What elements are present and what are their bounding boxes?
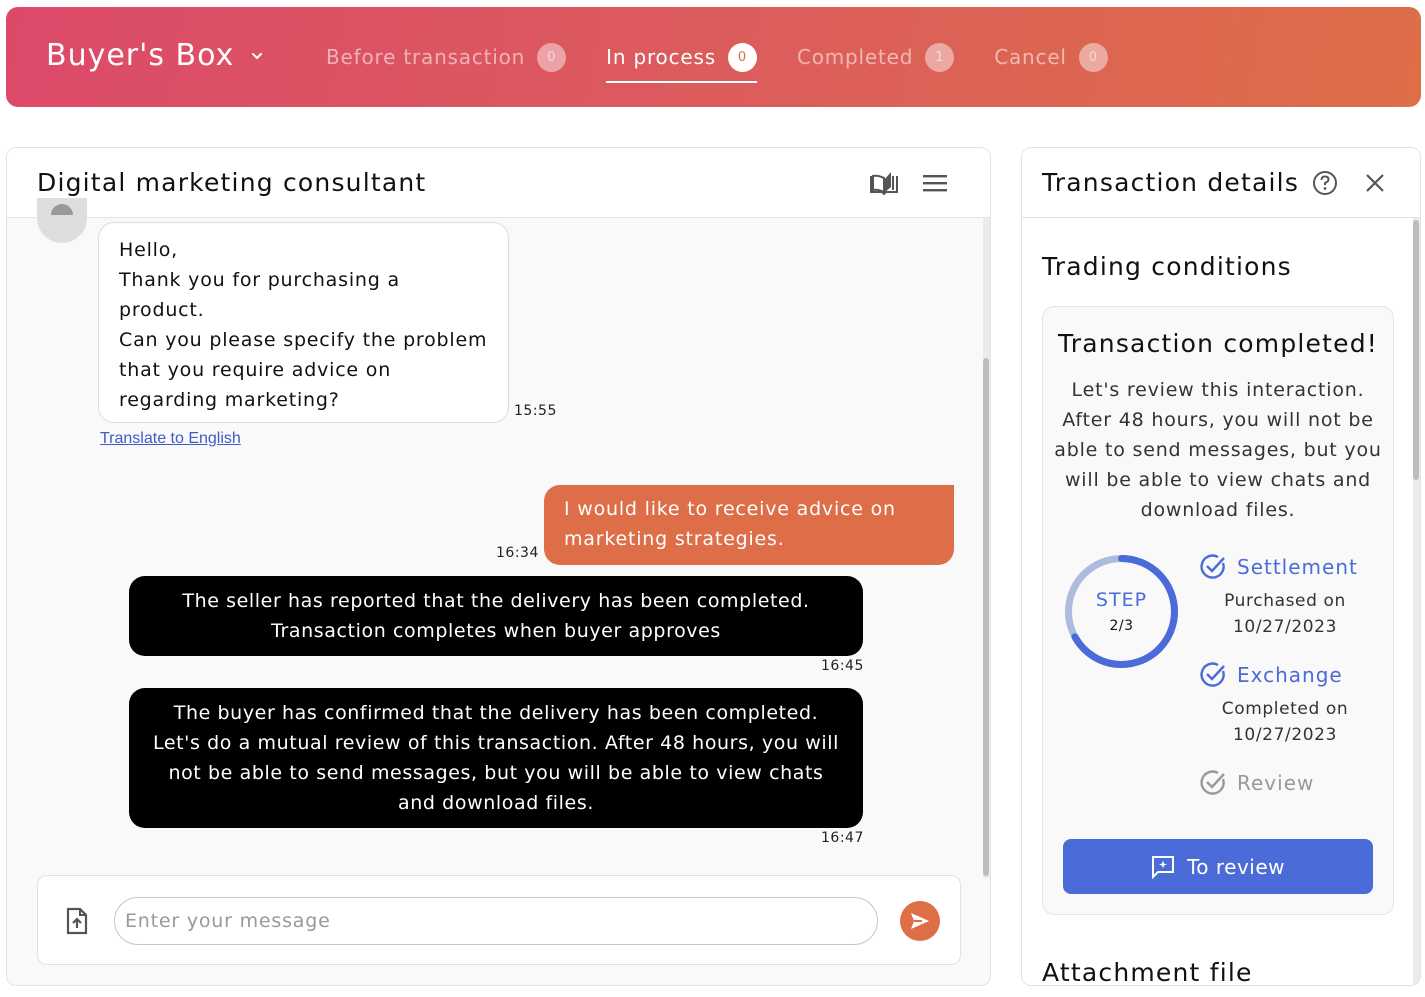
menu-icon[interactable] <box>922 172 948 194</box>
button-label: To review <box>1186 854 1286 879</box>
system-message: The buyer has confirmed that the deliver… <box>129 688 863 828</box>
step-exchange: Exchange <box>1199 661 1343 689</box>
count-badge: 1 <box>925 42 955 72</box>
trading-conditions-title: Trading conditions <box>1042 252 1292 281</box>
file-upload-icon[interactable] <box>66 907 88 935</box>
chevron-down-icon <box>252 52 263 59</box>
top-navigation-bar: Buyer's Box Before transaction 0 In proc… <box>6 7 1421 107</box>
step-settlement: Settlement <box>1199 553 1358 581</box>
card-description: Let's review this interaction. After 48 … <box>1054 379 1382 521</box>
message-time: 16:45 <box>821 658 864 674</box>
message-list: Hello, Thank you for purchasing a produc… <box>7 198 990 985</box>
brand-dropdown[interactable]: Buyer's Box <box>46 38 264 73</box>
send-icon <box>911 913 929 929</box>
close-icon[interactable] <box>1364 172 1386 194</box>
step-label: STEP <box>1095 589 1148 611</box>
outgoing-message: I would like to receive advice on market… <box>544 485 954 565</box>
tab-before-transaction[interactable]: Before transaction 0 <box>326 41 567 73</box>
attachment-file-title: Attachment file <box>1042 958 1253 986</box>
step-label: Review <box>1237 771 1315 795</box>
review-comment-icon <box>1151 855 1174 879</box>
tab-completed[interactable]: Completed 1 <box>796 41 955 73</box>
message-time: 15:55 <box>514 403 557 419</box>
details-title: Transaction details <box>1042 168 1300 197</box>
check-circle-icon <box>1200 662 1225 687</box>
details-scrollbar[interactable] <box>1413 218 1420 985</box>
scrollbar-thumb[interactable] <box>1413 220 1419 480</box>
step-label: Settlement <box>1237 555 1358 579</box>
tab-cancel[interactable]: Cancel 0 <box>994 41 1108 73</box>
chat-panel: Digital marketing consultant Hello, Than… <box>6 147 991 986</box>
translate-link[interactable]: Translate to English <box>100 430 241 448</box>
tab-label: Before transaction <box>326 45 526 69</box>
person-icon <box>51 204 73 215</box>
tab-label: Completed <box>796 45 914 69</box>
incoming-message: Hello, Thank you for purchasing a produc… <box>98 222 509 423</box>
step-subtitle: Completed on <box>1221 699 1349 719</box>
message-input[interactable] <box>114 897 878 945</box>
check-circle-icon <box>1200 554 1225 579</box>
chat-title: Digital marketing consultant <box>37 168 427 197</box>
step-progress-ring <box>1065 555 1178 668</box>
system-message: The seller has reported that the deliver… <box>129 576 863 656</box>
message-time: 16:34 <box>496 545 539 561</box>
book-icon[interactable] <box>869 170 899 196</box>
send-button[interactable] <box>900 901 940 941</box>
chat-scrollbar[interactable] <box>983 218 990 878</box>
count-badge: 0 <box>727 42 757 72</box>
count-badge: 0 <box>1078 42 1108 72</box>
card-title: Transaction completed! <box>1057 329 1379 358</box>
scrollbar-thumb[interactable] <box>983 358 989 876</box>
tab-label: In process <box>606 45 716 69</box>
check-circle-icon <box>1200 770 1225 795</box>
step-date: 10/27/2023 <box>1233 725 1337 745</box>
seller-avatar <box>37 198 87 243</box>
details-header: Transaction details <box>1022 148 1420 218</box>
message-composer <box>37 875 961 965</box>
transaction-details-panel: Transaction details Trading conditions T… <box>1021 147 1421 986</box>
transaction-status-card: Transaction completed! Let's review this… <box>1042 306 1394 915</box>
step-date: 10/27/2023 <box>1233 617 1337 637</box>
help-icon[interactable] <box>1312 170 1338 196</box>
message-time: 16:47 <box>821 830 864 846</box>
status-tabs: Before transaction 0 In process 0 Comple… <box>326 41 1148 83</box>
step-subtitle: Purchased on <box>1224 591 1346 611</box>
to-review-button[interactable]: To review <box>1063 839 1373 894</box>
chat-header: Digital marketing consultant <box>7 148 990 218</box>
tab-in-process[interactable]: In process 0 <box>606 41 757 83</box>
brand-title: Buyer's Box <box>46 38 235 73</box>
tab-label: Cancel <box>994 45 1067 69</box>
step-count: 2/3 <box>1109 618 1134 634</box>
step-label: Exchange <box>1237 663 1343 687</box>
step-review: Review <box>1199 769 1314 797</box>
count-badge: 0 <box>537 42 567 72</box>
